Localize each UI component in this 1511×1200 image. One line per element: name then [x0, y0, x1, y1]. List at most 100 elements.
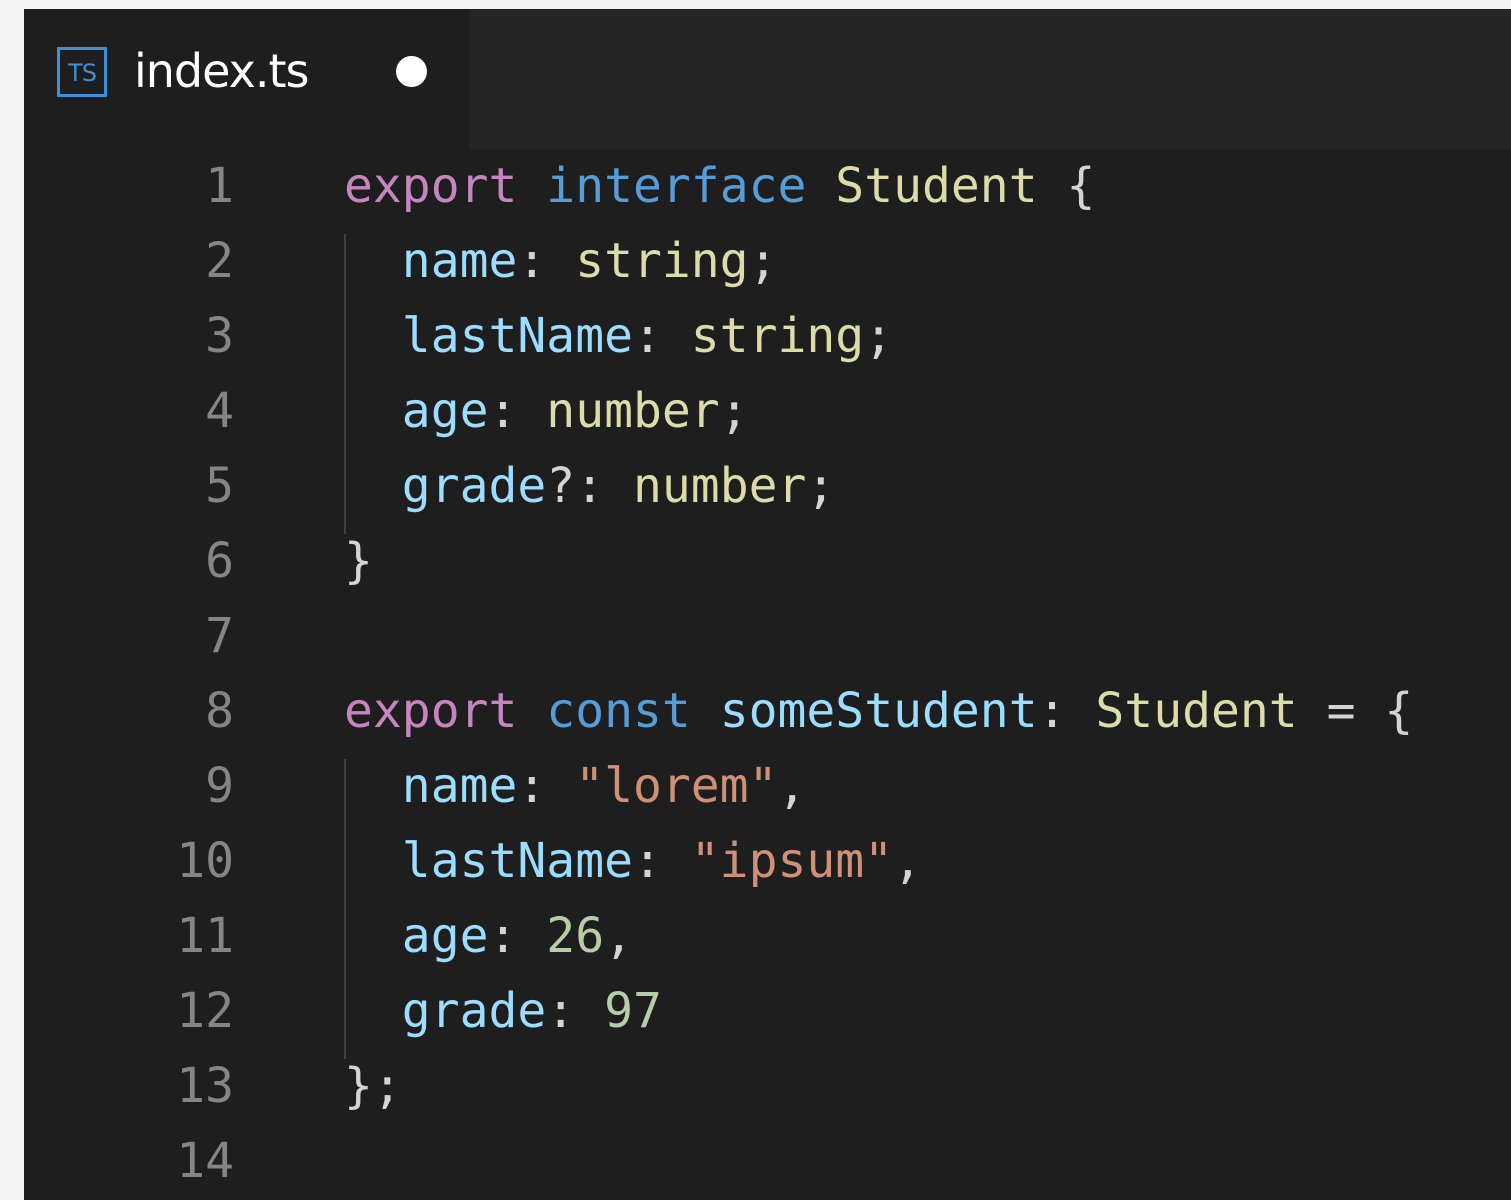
code-token: ?: — [546, 458, 633, 514]
line-number: 2 — [205, 233, 234, 289]
code-text: age: 26, — [344, 899, 633, 974]
tab-bar: TS index.ts — [24, 9, 1511, 149]
code-token: age — [401, 383, 489, 439]
code-token: string — [690, 308, 865, 364]
code-token: name — [401, 233, 518, 289]
code-line[interactable]: 10 lastName: "ipsum", — [24, 824, 1511, 899]
code-text: } — [344, 524, 373, 599]
code-token: { — [1037, 158, 1096, 214]
line-number: 1 — [205, 158, 234, 214]
code-token: , — [893, 833, 922, 889]
code-token: : — [517, 233, 576, 289]
code-text: lastName: "ipsum", — [344, 824, 922, 899]
line-number: 14 — [176, 1133, 234, 1189]
line-number: 5 — [205, 458, 234, 514]
code-line[interactable]: 1 export interface Student { — [24, 149, 1511, 224]
code-token: : — [632, 833, 691, 889]
code-line[interactable]: 8 export const someStudent: Student = { — [24, 674, 1511, 749]
code-token: someStudent — [719, 683, 1038, 739]
code-line[interactable]: 6} — [24, 524, 1511, 599]
code-token: export — [344, 158, 518, 214]
code-text: }; — [344, 1049, 402, 1124]
line-number: 9 — [205, 758, 234, 814]
code-token: : — [517, 758, 576, 814]
code-token: : — [1037, 683, 1096, 739]
line-number: 3 — [205, 308, 234, 364]
code-token: Student — [835, 158, 1038, 214]
code-token: interface — [546, 158, 807, 214]
unsaved-changes-dot-icon[interactable] — [396, 56, 427, 87]
code-token: grade — [401, 983, 547, 1039]
code-token: } — [344, 533, 373, 589]
code-line[interactable]: 14 — [24, 1124, 1511, 1199]
code-token: ; — [864, 308, 894, 364]
code-text: export interface Student { — [344, 149, 1095, 224]
tab-index-ts[interactable]: TS index.ts — [24, 9, 469, 149]
line-number: 11 — [176, 908, 234, 964]
code-token: 26 — [546, 908, 605, 964]
code-token: ; — [806, 458, 836, 514]
code-line[interactable]: 11 age: 26, — [24, 899, 1511, 974]
code-line[interactable]: 2 name: string; — [24, 224, 1511, 299]
code-token: ; — [719, 383, 749, 439]
code-line[interactable]: 12 grade: 97 — [24, 974, 1511, 1049]
code-text: grade: 97 — [344, 974, 662, 1049]
code-text: name: "lorem", — [344, 749, 807, 824]
code-token: : — [488, 383, 547, 439]
code-token: age — [401, 908, 489, 964]
line-number: 10 — [176, 833, 234, 889]
code-token: "ipsum" — [690, 833, 894, 889]
code-token: export — [344, 683, 518, 739]
line-number: 6 — [205, 533, 234, 589]
code-text: lastName: string; — [344, 299, 893, 374]
code-line[interactable]: 13}; — [24, 1049, 1511, 1124]
code-token: : — [488, 908, 547, 964]
line-number: 12 — [176, 983, 234, 1039]
tab-file-name: index.ts — [134, 44, 309, 98]
code-line[interactable]: 5 grade?: number; — [24, 449, 1511, 524]
code-token: : — [632, 308, 691, 364]
code-token: "lorem" — [575, 758, 778, 814]
line-number: 13 — [176, 1058, 234, 1114]
code-line[interactable]: 9 name: "lorem", — [24, 749, 1511, 824]
code-token: 97 — [604, 983, 662, 1039]
line-number: 8 — [205, 683, 234, 739]
code-token: grade — [401, 458, 547, 514]
code-token: , — [777, 758, 807, 814]
code-text: name: string; — [344, 224, 778, 299]
code-token: string — [575, 233, 749, 289]
code-token: : — [546, 983, 605, 1039]
typescript-file-icon: TS — [57, 47, 107, 97]
code-token: lastName — [401, 833, 633, 889]
code-token: number — [546, 383, 720, 439]
code-token: = { — [1297, 683, 1414, 739]
code-line[interactable]: 7 — [24, 599, 1511, 674]
code-line[interactable]: 4 age: number; — [24, 374, 1511, 449]
line-number: 7 — [205, 608, 234, 664]
line-number: 4 — [205, 383, 234, 439]
code-line[interactable]: 3 lastName: string; — [24, 299, 1511, 374]
code-editor: TS index.ts 1 export interface Student {2… — [24, 9, 1511, 1200]
code-token: Student — [1095, 683, 1298, 739]
code-token: }; — [344, 1058, 402, 1114]
code-text: export const someStudent: Student = { — [344, 674, 1413, 749]
code-token: number — [633, 458, 807, 514]
code-text: grade?: number; — [344, 449, 836, 524]
code-text: age: number; — [344, 374, 749, 449]
code-token: name — [401, 758, 518, 814]
code-token: const — [546, 683, 691, 739]
code-token: ; — [748, 233, 778, 289]
code-token: , — [604, 908, 633, 964]
